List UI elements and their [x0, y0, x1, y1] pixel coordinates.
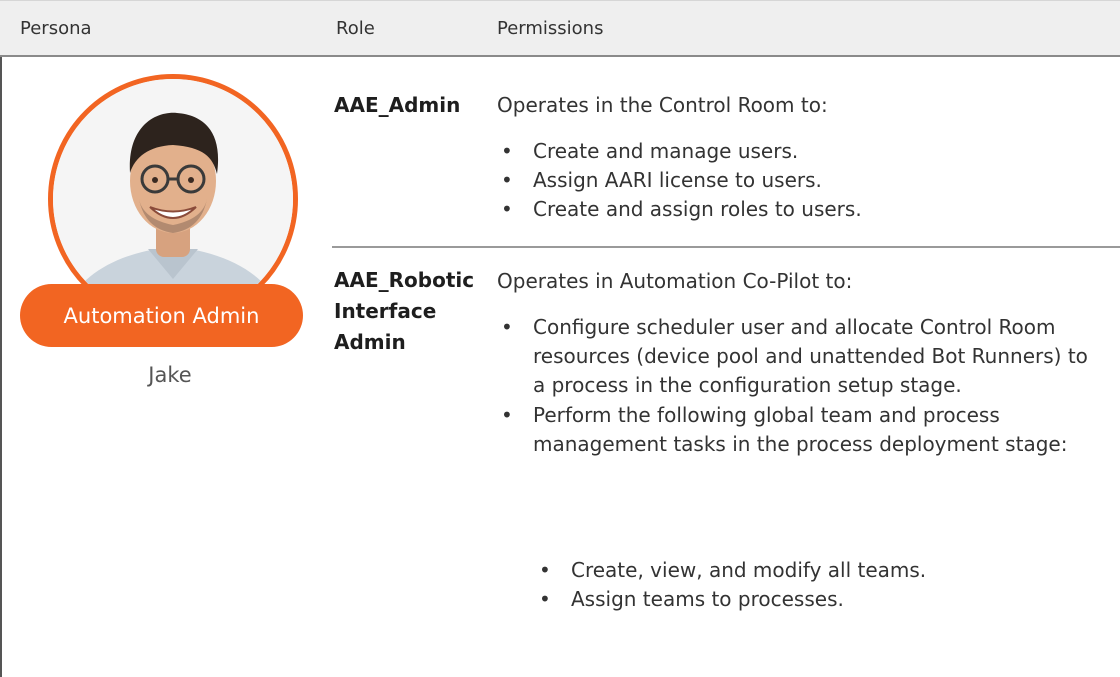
list-item: Create, view, and modify all teams.	[535, 556, 1095, 585]
permissions-list-1: Create and manage users. Assign AARI lic…	[497, 137, 1097, 224]
role-line: Interface	[334, 299, 437, 323]
persona-name: Jake	[148, 363, 192, 387]
list-item: Perform the following global team and pr…	[497, 401, 1097, 459]
persona-role-table: Persona Role Permissions Automation Admi…	[0, 0, 1120, 677]
role-aae-admin: AAE_Admin	[334, 93, 461, 117]
list-item: Assign AARI license to users.	[497, 166, 1097, 195]
header-persona: Persona	[20, 18, 92, 39]
role-line: AAE_Robotic	[334, 268, 475, 292]
persona-badge: Automation Admin	[20, 284, 303, 347]
persona-cell: Automation Admin Jake	[0, 57, 326, 457]
role-aae-robotic-interface-admin: AAE_Robotic Interface Admin	[334, 265, 494, 358]
permissions-list-2: Configure scheduler user and allocate Co…	[497, 313, 1097, 459]
header-role: Role	[336, 18, 375, 39]
avatar-illustration	[53, 79, 293, 319]
header-permissions: Permissions	[497, 18, 604, 39]
table-header: Persona Role Permissions	[0, 0, 1120, 57]
list-item: Assign teams to processes.	[535, 585, 1095, 614]
permissions-intro-2: Operates in Automation Co-Pilot to:	[497, 269, 853, 293]
permissions-sublist: Create, view, and modify all teams. Assi…	[535, 556, 1095, 614]
role-line: Admin	[334, 330, 406, 354]
list-item: Create and assign roles to users.	[497, 195, 1097, 224]
row-divider	[332, 246, 1120, 248]
permissions-intro-1: Operates in the Control Room to:	[497, 93, 828, 117]
list-item: Configure scheduler user and allocate Co…	[497, 313, 1097, 400]
list-item: Create and manage users.	[497, 137, 1097, 166]
